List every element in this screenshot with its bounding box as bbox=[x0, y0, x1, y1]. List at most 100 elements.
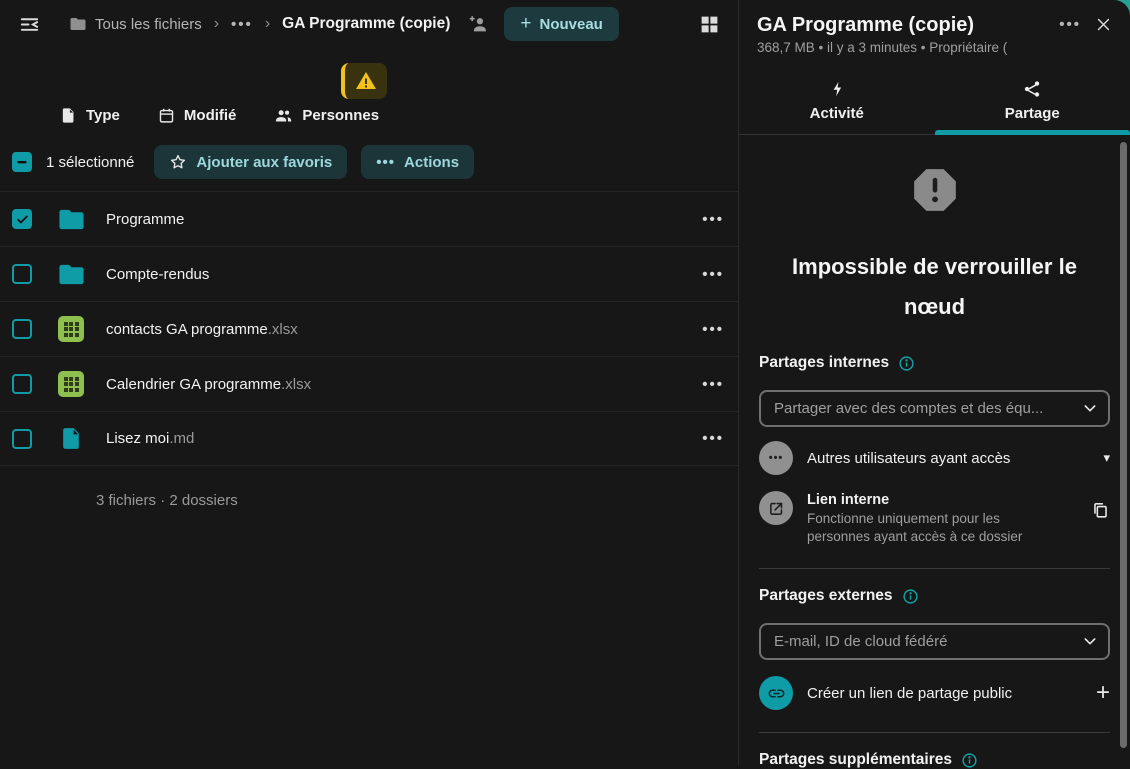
info-icon[interactable] bbox=[961, 752, 978, 769]
row-actions-icon[interactable]: ••• bbox=[702, 211, 724, 228]
selection-bar: 1 sélectionné Ajouter aux favoris ••• Ac… bbox=[12, 145, 738, 179]
sidebar-scrollbar[interactable] bbox=[1120, 142, 1127, 748]
filter-modified-label: Modifié bbox=[184, 107, 237, 124]
file-meta-info: 368,7 MB • il y a 3 minutes • Propriétai… bbox=[739, 38, 1111, 55]
actions-label: Actions bbox=[404, 154, 459, 171]
filter-people-label: Personnes bbox=[302, 107, 379, 124]
caret-down-icon[interactable]: ▾ bbox=[1103, 450, 1110, 466]
file-row-lisez-moi-md[interactable]: Lisez moi.md ••• bbox=[0, 411, 738, 466]
additional-shares-label: Partages supplémentaires bbox=[759, 751, 952, 769]
actions-ellipsis-icon: ••• bbox=[376, 154, 395, 171]
new-button-label: Nouveau bbox=[540, 16, 603, 33]
star-icon bbox=[169, 153, 187, 171]
tab-activity[interactable]: Activité bbox=[739, 71, 935, 134]
sidebar-close-button[interactable] bbox=[1091, 12, 1116, 37]
filter-people[interactable]: Personnes bbox=[274, 106, 379, 125]
row-checkbox[interactable] bbox=[12, 429, 32, 449]
row-actions-icon[interactable]: ••• bbox=[702, 376, 724, 393]
other-users-label: Autres utilisateurs ayant accès bbox=[807, 450, 1010, 467]
copy-icon bbox=[1091, 501, 1110, 520]
breadcrumb-root[interactable]: Tous les fichiers bbox=[69, 15, 202, 33]
additional-shares-heading: Partages supplémentaires bbox=[759, 751, 1110, 769]
file-extension: .xlsx bbox=[281, 376, 311, 393]
external-shares-heading: Partages externes bbox=[759, 587, 1110, 605]
warning-toast[interactable] bbox=[341, 63, 387, 99]
internal-share-input[interactable] bbox=[759, 390, 1110, 427]
breadcrumb-ellipsis-button[interactable]: ••• bbox=[231, 16, 253, 33]
tab-sharing[interactable]: Partage bbox=[935, 71, 1130, 134]
breadcrumb-root-label: Tous les fichiers bbox=[95, 16, 202, 33]
error-message: Impossible de verrouiller le nœud bbox=[759, 247, 1110, 326]
file-name: Programme bbox=[106, 211, 184, 228]
share-icon bbox=[1022, 79, 1042, 99]
tab-sharing-label: Partage bbox=[1005, 105, 1060, 122]
internal-link-description: Fonctionne uniquement pour les personnes… bbox=[807, 510, 1057, 546]
file-name: Calendrier GA programme bbox=[106, 376, 281, 393]
others-avatar-icon: ••• bbox=[759, 441, 793, 475]
external-link-icon bbox=[759, 491, 793, 525]
file-name: contacts GA programme bbox=[106, 321, 268, 338]
sidebar-tabs: Activité Partage bbox=[739, 71, 1130, 135]
external-share-input[interactable] bbox=[759, 623, 1110, 660]
file-row-programme[interactable]: Programme ••• bbox=[0, 191, 738, 246]
sidebar-collapse-button[interactable] bbox=[14, 9, 45, 40]
file-row-contacts-xlsx[interactable]: contacts GA programme.xlsx ••• bbox=[0, 301, 738, 356]
info-icon[interactable] bbox=[902, 588, 919, 605]
filter-type[interactable]: Type bbox=[60, 107, 120, 124]
internal-shares-heading: Partages internes bbox=[759, 354, 1110, 372]
other-users-row[interactable]: ••• Autres utilisateurs ayant accès ▾ bbox=[759, 441, 1110, 475]
filter-type-label: Type bbox=[86, 107, 120, 124]
row-actions-icon[interactable]: ••• bbox=[702, 266, 724, 283]
external-share-combobox bbox=[759, 623, 1110, 660]
sidebar-more-options-button[interactable]: ••• bbox=[1055, 12, 1085, 37]
person-add-icon bbox=[468, 13, 490, 35]
check-icon bbox=[16, 213, 29, 226]
filter-modified[interactable]: Modifié bbox=[158, 107, 237, 124]
sharing-sidebar: GA Programme (copie) ••• 368,7 MB • il y… bbox=[738, 0, 1130, 765]
markdown-file-icon bbox=[56, 426, 86, 451]
folder-icon bbox=[56, 205, 86, 234]
row-checkbox[interactable] bbox=[12, 319, 32, 339]
add-to-favorites-button[interactable]: Ajouter aux favoris bbox=[154, 145, 347, 179]
calendar-icon bbox=[158, 107, 175, 124]
section-divider bbox=[759, 568, 1110, 569]
row-actions-icon[interactable]: ••• bbox=[702, 430, 724, 447]
row-checkbox[interactable] bbox=[12, 374, 32, 394]
row-checkbox[interactable] bbox=[12, 264, 32, 284]
more-options-icon: ••• bbox=[1059, 16, 1081, 33]
grid-view-toggle[interactable] bbox=[695, 10, 724, 39]
actions-button[interactable]: ••• Actions bbox=[361, 145, 474, 179]
breadcrumb: Tous les fichiers › ••• › GA Programme (… bbox=[69, 15, 450, 33]
internal-shares-label: Partages internes bbox=[759, 354, 889, 372]
add-public-link-button[interactable]: + bbox=[1096, 683, 1110, 703]
file-list: Programme ••• Compte-rendus ••• contacts… bbox=[0, 191, 738, 466]
error-octagon-icon bbox=[910, 165, 960, 215]
file-count-summary: 3 fichiers · 2 dossiers bbox=[0, 492, 738, 509]
file-type-icon bbox=[60, 107, 77, 124]
share-folder-button[interactable] bbox=[464, 9, 494, 39]
info-icon[interactable] bbox=[898, 355, 915, 372]
file-extension: .md bbox=[169, 430, 194, 447]
warning-icon bbox=[354, 69, 378, 93]
internal-link-row[interactable]: Lien interne Fonctionne uniquement pour … bbox=[759, 491, 1110, 546]
indeterminate-icon bbox=[16, 156, 28, 168]
chevron-right-icon: › bbox=[212, 15, 221, 33]
file-name: Compte-rendus bbox=[106, 266, 209, 283]
select-all-checkbox[interactable] bbox=[12, 152, 32, 172]
sidebar-collapse-icon bbox=[18, 13, 41, 36]
external-shares-label: Partages externes bbox=[759, 587, 893, 605]
copy-link-button[interactable] bbox=[1091, 501, 1110, 520]
new-button[interactable]: + Nouveau bbox=[504, 7, 618, 41]
create-public-link-row[interactable]: Créer un lien de partage public + bbox=[759, 676, 1110, 710]
close-icon bbox=[1095, 16, 1112, 33]
file-row-calendrier-xlsx[interactable]: Calendrier GA programme.xlsx ••• bbox=[0, 356, 738, 411]
file-name: Lisez moi bbox=[106, 430, 169, 447]
folder-icon bbox=[56, 260, 86, 289]
file-row-compte-rendus[interactable]: Compte-rendus ••• bbox=[0, 246, 738, 301]
row-checkbox-checked[interactable] bbox=[12, 209, 32, 229]
row-actions-icon[interactable]: ••• bbox=[702, 321, 724, 338]
topbar: Tous les fichiers › ••• › GA Programme (… bbox=[0, 0, 738, 48]
create-public-link-label: Créer un lien de partage public bbox=[807, 685, 1012, 702]
plus-icon: + bbox=[520, 13, 531, 35]
breadcrumb-current[interactable]: GA Programme (copie) bbox=[282, 15, 450, 33]
